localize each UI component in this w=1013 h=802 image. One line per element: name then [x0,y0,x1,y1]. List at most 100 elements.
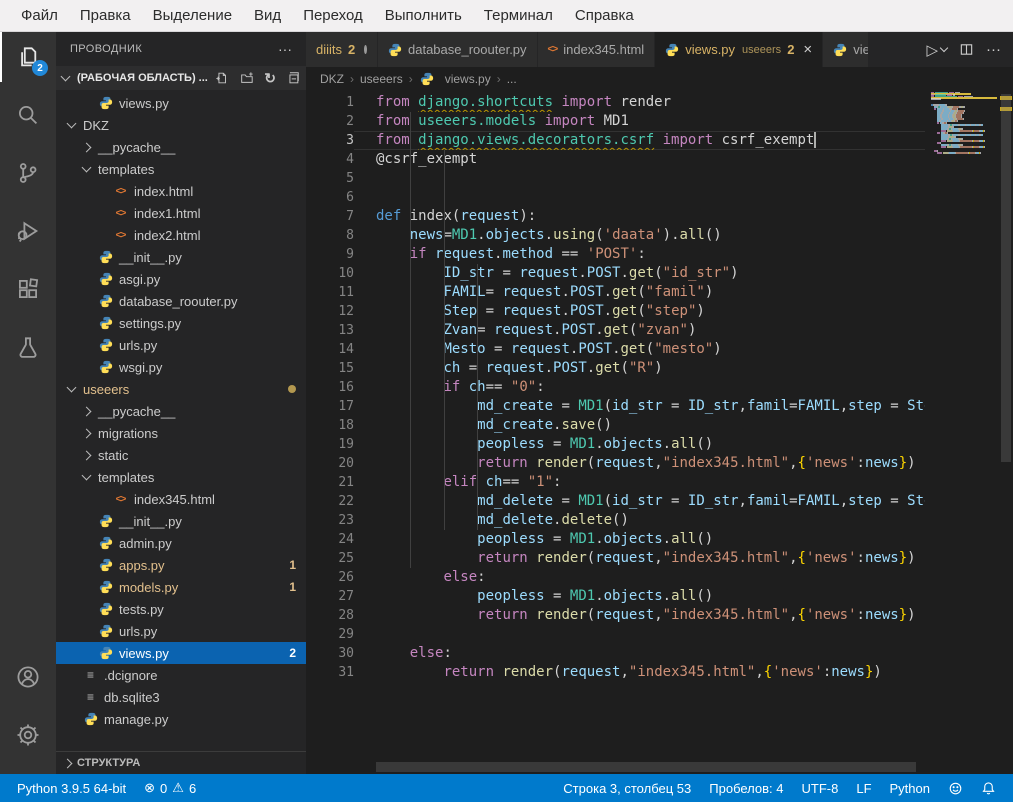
tree-item--dcignore[interactable]: ≡.dcignore [56,664,306,686]
tree-item-admin-py[interactable]: admin.py [56,532,306,554]
language-mode-status[interactable]: Python [881,781,939,796]
code-editor[interactable]: 1from django.shortcuts import render2fro… [306,90,1013,774]
code-line-15[interactable]: 15 ch = request.POST.get("R") [306,359,1013,378]
activity-testing[interactable] [0,322,56,372]
tree-item-asgi-py[interactable]: asgi.py [56,268,306,290]
tree-item-migrations[interactable]: migrations [56,422,306,444]
notifications-button[interactable] [972,781,1005,796]
split-editor-button[interactable] [959,42,974,57]
code-line-28[interactable]: 28 return render(request,"index345.html"… [306,606,1013,625]
breadcrumb-item-1[interactable]: DKZ [320,72,344,86]
encoding-status[interactable]: UTF-8 [793,781,848,796]
code-line-10[interactable]: 10 ID_str = request.POST.get("id_str") [306,264,1013,283]
code-line-31[interactable]: 31 return render(request,"index345.html"… [306,663,1013,682]
code-line-13[interactable]: 13 Zvan= request.POST.get("zvan") [306,321,1013,340]
tree-item-dkz[interactable]: DKZ [56,114,306,136]
tab-index345-html[interactable]: <>index345.html [538,32,656,67]
code-line-5[interactable]: 5 [306,169,1013,188]
tab-diiits[interactable]: diiits2 [306,32,378,67]
tree-item-urls-py[interactable]: urls.py [56,620,306,642]
feedback-button[interactable] [939,781,972,796]
tree-item-templates[interactable]: templates [56,466,306,488]
breadcrumb-item-2[interactable]: useeers [360,72,403,86]
code-line-17[interactable]: 17 md_create = MD1(id_str = ID_str,famil… [306,397,1013,416]
minimap[interactable] [931,92,999,154]
collapse-all-icon[interactable] [286,71,300,85]
activity-search[interactable] [0,90,56,140]
tab-vie[interactable]: vie [823,32,869,67]
menu-3[interactable]: Выделение [142,3,243,28]
tree-item--init-py[interactable]: __init__.py [56,510,306,532]
code-line-21[interactable]: 21 elif ch== "1": [306,473,1013,492]
tree-item-tests-py[interactable]: tests.py [56,598,306,620]
tab-views-py[interactable]: views.pyuseeers2× [655,32,823,67]
tree-item-index345-html[interactable]: <>index345.html [56,488,306,510]
tree-item-useeers[interactable]: useeers [56,378,306,400]
tree-item-static[interactable]: static [56,444,306,466]
tree-item--pycache-[interactable]: __pycache__ [56,136,306,158]
tree-item-database-roouter-py[interactable]: database_roouter.py [56,290,306,312]
menu-5[interactable]: Переход [292,3,374,28]
tree-item-index1-html[interactable]: <>index1.html [56,202,306,224]
problems-status[interactable]: ⊗ 0 ⚠ 6 [135,780,205,796]
tree-item-models-py[interactable]: models.py1 [56,576,306,598]
activity-run-debug[interactable] [0,206,56,256]
breadcrumb-item-4[interactable]: ... [507,72,517,86]
menu-2[interactable]: Правка [69,3,142,28]
code-line-24[interactable]: 24 peopless = MD1.objects.all() [306,530,1013,549]
tree-item-index2-html[interactable]: <>index2.html [56,224,306,246]
eol-status[interactable]: LF [847,781,880,796]
tree-item--pycache-[interactable]: __pycache__ [56,400,306,422]
code-line-4[interactable]: 4@csrf_exempt [306,150,1013,169]
outline-section-header[interactable]: СТРУКТУРА [56,751,306,774]
workspace-section-header[interactable]: (РАБОЧАЯ ОБЛАСТЬ) ... ↻ [56,66,306,90]
code-line-20[interactable]: 20 return render(request,"index345.html"… [306,454,1013,473]
tree-item--init-py[interactable]: __init__.py [56,246,306,268]
tree-item-wsgi-py[interactable]: wsgi.py [56,356,306,378]
vertical-scrollbar-thumb[interactable] [1001,94,1011,462]
new-file-icon[interactable] [215,71,229,85]
tree-item-views-py[interactable]: views.py [56,92,306,114]
menu-4[interactable]: Вид [243,3,292,28]
activity-source-control[interactable] [0,148,56,198]
new-folder-icon[interactable] [239,71,254,85]
code-line-3[interactable]: 3from django.views.decorators.csrf impor… [306,131,1013,150]
code-line-8[interactable]: 8 news=MD1.objects.using('daata').all() [306,226,1013,245]
tree-item-index-html[interactable]: <>index.html [56,180,306,202]
more-actions-button[interactable]: ··· [986,41,1001,58]
code-line-2[interactable]: 2from useeers.models import MD1 [306,112,1013,131]
tree-item-manage-py[interactable]: manage.py [56,708,306,730]
menu-6[interactable]: Выполнить [374,3,473,28]
python-version-status[interactable]: Python 3.9.5 64-bit [8,781,135,796]
code-line-1[interactable]: 1from django.shortcuts import render [306,93,1013,112]
tree-item-settings-py[interactable]: settings.py [56,312,306,334]
refresh-icon[interactable]: ↻ [264,70,276,87]
code-line-18[interactable]: 18 md_create.save() [306,416,1013,435]
tab-database-roouter-py[interactable]: database_roouter.py [378,32,538,67]
code-line-7[interactable]: 7def index(request): [306,207,1013,226]
vertical-scrollbar[interactable] [999,90,1013,774]
account-button[interactable] [0,652,56,702]
menu-8[interactable]: Справка [564,3,645,28]
code-line-22[interactable]: 22 md_delete = MD1(id_str = ID_str,famil… [306,492,1013,511]
menu-1[interactable]: Файл [10,3,69,28]
code-line-29[interactable]: 29 [306,625,1013,644]
code-line-25[interactable]: 25 return render(request,"index345.html"… [306,549,1013,568]
tree-item-db-sqlite3[interactable]: ≡db.sqlite3 [56,686,306,708]
code-line-23[interactable]: 23 md_delete.delete() [306,511,1013,530]
breadcrumb-item-3[interactable]: views.py [419,72,491,86]
horizontal-scrollbar-thumb[interactable] [376,762,916,772]
tree-item-templates[interactable]: templates [56,158,306,180]
run-button[interactable]: ▷ [926,41,947,59]
tree-item-apps-py[interactable]: apps.py1 [56,554,306,576]
indentation-status[interactable]: Пробелов: 4 [700,781,792,796]
settings-button[interactable] [0,710,56,760]
code-line-16[interactable]: 16 if ch== "0": [306,378,1013,397]
code-line-19[interactable]: 19 peopless = MD1.objects.all() [306,435,1013,454]
code-line-30[interactable]: 30 else: [306,644,1013,663]
activity-extensions[interactable] [0,264,56,314]
explorer-more-actions-icon[interactable]: ··· [278,41,292,57]
code-line-12[interactable]: 12 Step = request.POST.get("step") [306,302,1013,321]
code-line-26[interactable]: 26 else: [306,568,1013,587]
activity-explorer[interactable]: 2 [0,32,56,82]
